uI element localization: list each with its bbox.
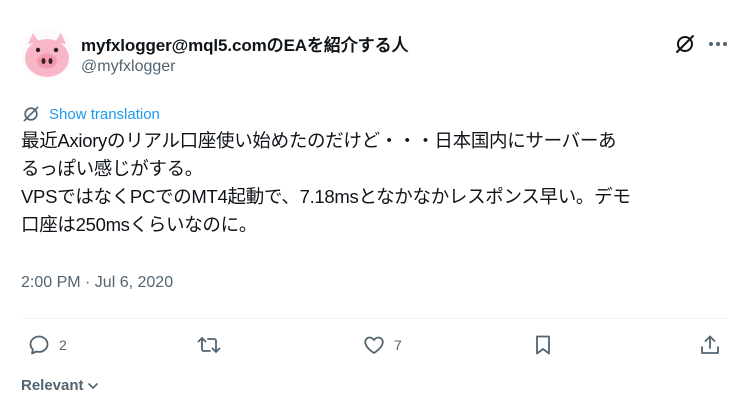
post-timestamp[interactable]: 2:00 PM · Jul 6, 2020: [21, 274, 173, 292]
sort-label: Relevant: [21, 377, 84, 394]
post-line: るっぽい感じがする。: [21, 158, 204, 179]
more-icon[interactable]: [706, 32, 730, 56]
post-line: 最近Axioryのリアル口座使い始めたのだけど・・・日本国内にサーバーあ: [21, 130, 617, 151]
repost-button[interactable]: [196, 333, 230, 357]
chevron-down-icon: [87, 382, 98, 389]
show-translation-link[interactable]: Show translation: [21, 104, 160, 124]
like-button[interactable]: 7: [362, 333, 402, 357]
post-line: 口座は250msくらいなのに。: [21, 214, 258, 235]
translate-icon: [23, 106, 39, 122]
author-display-name[interactable]: myfxlogger@mql5.comのEAを紹介する人: [81, 31, 408, 56]
show-translation-label: Show translation: [49, 105, 160, 123]
share-button[interactable]: [698, 333, 722, 357]
like-count: 7: [394, 337, 402, 353]
like-icon: [364, 336, 384, 354]
bookmark-button[interactable]: [531, 333, 555, 357]
grok-icon[interactable]: [673, 32, 697, 56]
pig-avatar-icon: [21, 28, 73, 80]
bookmark-icon: [536, 335, 550, 355]
reply-icon: [29, 335, 49, 355]
avatar[interactable]: [21, 28, 73, 80]
divider: [21, 318, 727, 319]
reply-button[interactable]: 2: [27, 333, 67, 357]
reply-count: 2: [59, 337, 67, 353]
author-handle[interactable]: @myfxlogger: [81, 58, 176, 76]
post-body: 最近Axioryのリアル口座使い始めたのだけど・・・日本国内にサーバーあ るっぽ…: [21, 127, 733, 239]
sort-replies-dropdown[interactable]: Relevant: [21, 377, 100, 394]
repost-icon: [197, 337, 221, 353]
share-icon: [701, 335, 719, 354]
post-line: VPSではなくPCでのMT4起動で、7.18msとなかなかレスポンス早い。デモ: [21, 186, 631, 207]
